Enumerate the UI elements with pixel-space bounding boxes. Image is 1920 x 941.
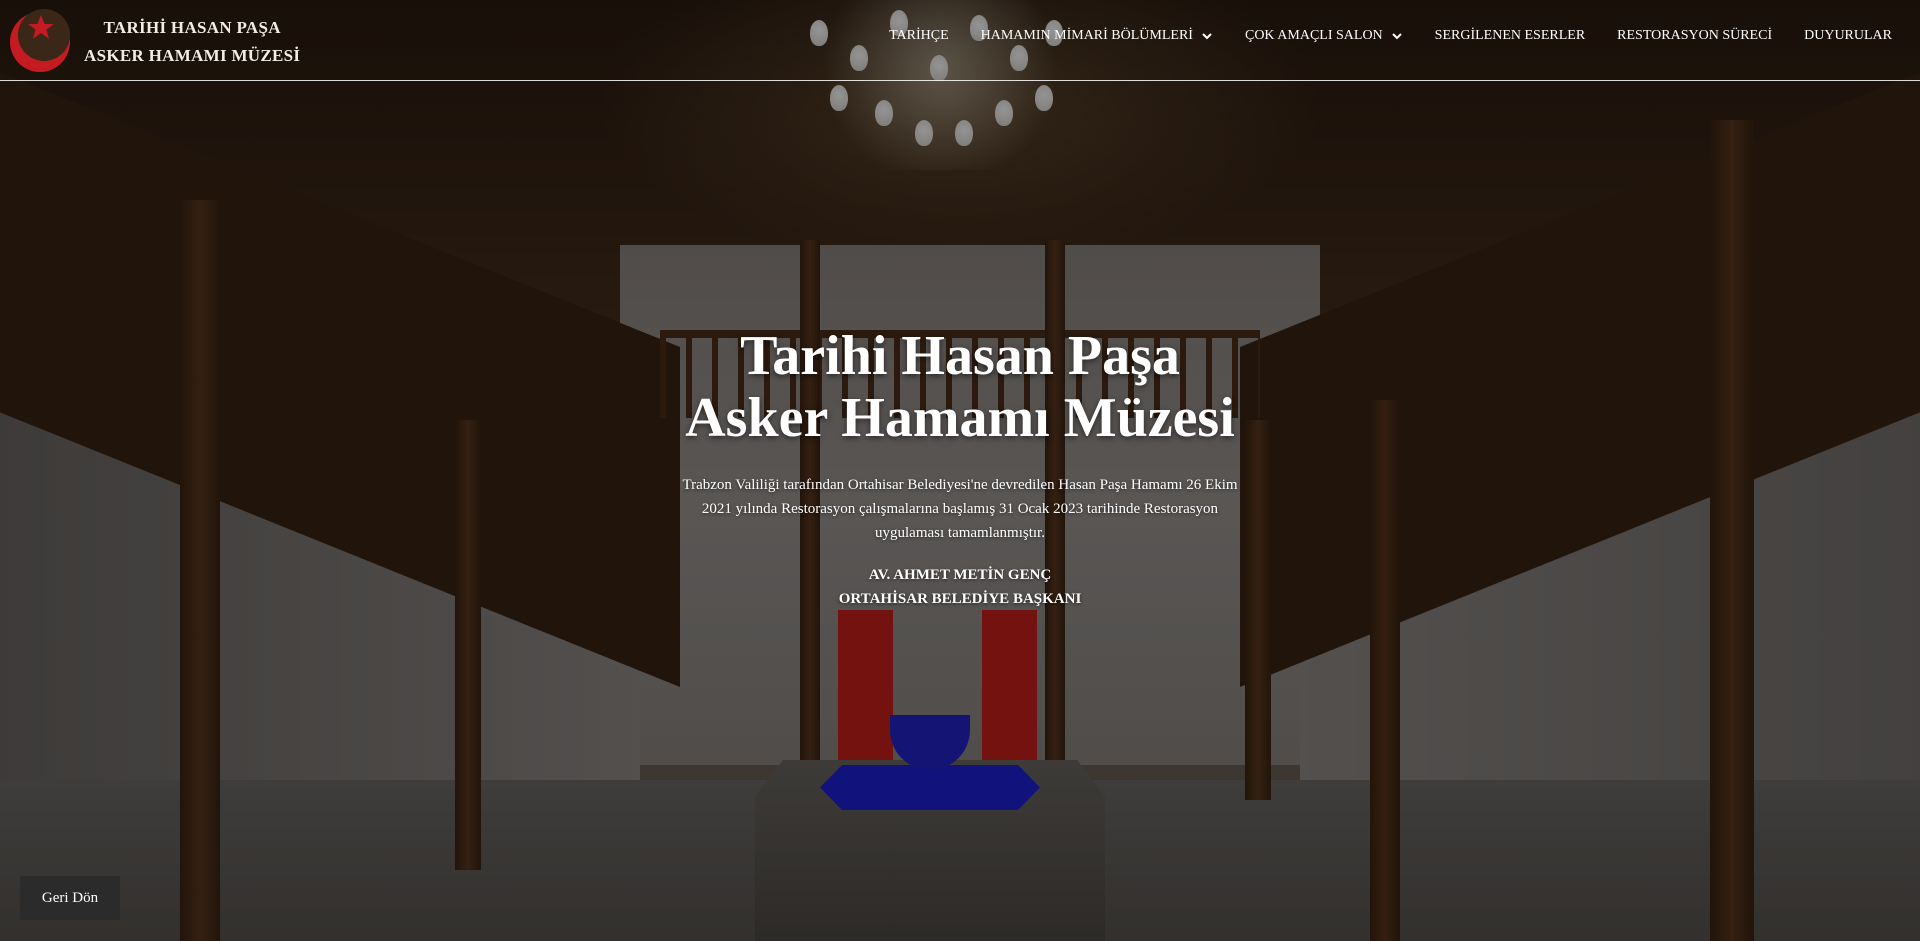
chevron-down-icon <box>1202 33 1212 40</box>
brand-line-1: TARİHİ HASAN PAŞA <box>103 18 281 37</box>
crescent-star-icon[interactable] <box>6 6 74 74</box>
nav-item-mimari-bolumler[interactable]: HAMAMIN MİMARİ BÖLÜMLERİ <box>981 28 1213 44</box>
nav-item-label: DUYURULAR <box>1804 28 1892 43</box>
page: TARİHİ HASAN PAŞA ASKER HAMAMI MÜZESİ TA… <box>0 0 1920 941</box>
hero-title: Tarihi Hasan Paşa Asker Hamamı Müzesi <box>560 325 1360 449</box>
hero-title-line-1: Tarihi Hasan Paşa <box>740 325 1180 387</box>
nav-item-label: ÇOK AMAÇLI SALON <box>1244 28 1383 43</box>
nav-item-duyurular[interactable]: DUYURULAR <box>1804 28 1892 44</box>
nav-item-label: RESTORASYON SÜRECİ <box>1617 28 1773 43</box>
signature-name: AV. AHMET METİN GENÇ <box>868 567 1052 583</box>
back-button[interactable]: Geri Dön <box>20 876 120 920</box>
main-nav: TARİHÇE HAMAMIN MİMARİ BÖLÜMLERİ ÇOK AMA… <box>889 28 1892 44</box>
hero-title-line-2: Asker Hamamı Müzesi <box>685 387 1235 449</box>
signature-title: ORTAHİSAR BELEDİYE BAŞKANI <box>838 591 1082 607</box>
nav-item-restorasyon-sureci[interactable]: RESTORASYON SÜRECİ <box>1617 28 1772 44</box>
nav-item-cok-amacli-salon[interactable]: ÇOK AMAÇLI SALON <box>1245 28 1403 44</box>
nav-item-tarihce[interactable]: TARİHÇE <box>889 28 949 44</box>
site-brand[interactable]: TARİHİ HASAN PAŞA ASKER HAMAMI MÜZESİ <box>84 14 300 70</box>
nav-item-sergilenen-eserler[interactable]: SERGİLENEN ESERLER <box>1435 28 1586 44</box>
site-header: TARİHİ HASAN PAŞA ASKER HAMAMI MÜZESİ TA… <box>0 0 1920 81</box>
nav-item-label: SERGİLENEN ESERLER <box>1434 28 1586 43</box>
hero-description: Trabzon Valiliği tarafından Ortahisar Be… <box>682 477 1238 541</box>
hero-signature: AV. AHMET METİN GENÇ ORTAHİSAR BELEDİYE … <box>560 563 1360 611</box>
nav-item-label: HAMAMIN MİMARİ BÖLÜMLERİ <box>980 28 1193 43</box>
brand-line-2: ASKER HAMAMI MÜZESİ <box>84 46 301 65</box>
hero-section: Tarihi Hasan Paşa Asker Hamamı Müzesi Tr… <box>560 325 1360 611</box>
nav-item-label: TARİHÇE <box>889 28 949 43</box>
chevron-down-icon <box>1391 33 1402 40</box>
